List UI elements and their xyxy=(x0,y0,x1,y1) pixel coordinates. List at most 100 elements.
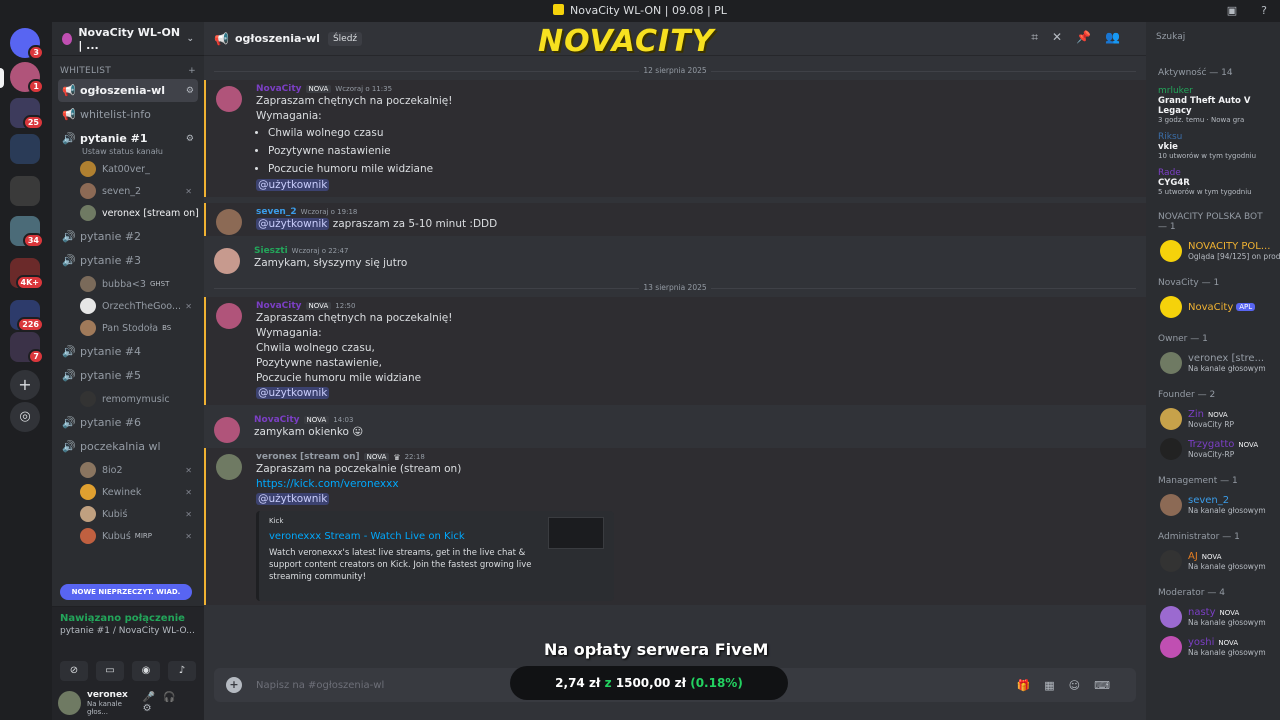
attach-plus-icon[interactable]: + xyxy=(226,677,242,693)
home-dm-button[interactable]: 3 xyxy=(10,28,44,60)
camera-off-icon[interactable]: ⊘ xyxy=(60,661,88,681)
server-folder[interactable]: 226 xyxy=(10,300,44,332)
member-name: seven_2 xyxy=(1188,495,1230,506)
server-folder[interactable]: 4K+ xyxy=(10,258,44,290)
category-whitelist[interactable]: WHITELIST + xyxy=(52,56,204,78)
avatar xyxy=(80,320,96,336)
author-name[interactable]: Sieszti xyxy=(254,246,288,256)
member-item[interactable]: NOVACITY POL... Ogląda [94/125] on prod xyxy=(1146,236,1280,266)
voice-channel-pytanie-1[interactable]: 🔊 pytanie #1 ⚙ xyxy=(58,127,198,150)
mention[interactable]: @użytkownik xyxy=(256,387,330,399)
channel-ogloszenia-wl[interactable]: 📢 ogłoszenia-wl ⚙ xyxy=(58,79,198,102)
avatar[interactable] xyxy=(214,417,240,443)
voice-channel-name[interactable]: pytanie #1 / NovaCity WL-O... xyxy=(60,626,196,636)
message[interactable]: Sieszti Wczoraj o 22:47 Zamykam, słyszymy… xyxy=(204,242,1146,275)
member-item[interactable]: Trzygatto NOVA NovaCity-RP xyxy=(1146,434,1280,464)
server-folder[interactable]: 7 xyxy=(10,332,44,364)
avatar[interactable] xyxy=(216,454,242,480)
member-name: Trzygatto xyxy=(1188,439,1235,450)
avatar[interactable] xyxy=(58,691,81,715)
channel-settings-icon[interactable]: ⚙ xyxy=(186,86,194,96)
channel-whitelist-info[interactable]: 📢 whitelist-info xyxy=(58,103,198,126)
voice-user[interactable]: remomymusic xyxy=(52,388,204,410)
mention[interactable]: @użytkownik xyxy=(256,218,330,230)
server-icon-novacity[interactable]: 1 xyxy=(10,62,44,94)
link-embed[interactable]: Kick veronexxx Stream - Watch Live on Ki… xyxy=(256,511,614,601)
member-item[interactable]: nasty NOVA Na kanale głosowym xyxy=(1146,602,1280,632)
guild-header[interactable]: NovaCity WL-ON | ... ⌄ xyxy=(52,22,204,56)
activity-item[interactable]: Rade CYG4R 5 utworów w tym tygodniu xyxy=(1146,164,1280,200)
message[interactable]: NovaCity NOVA 14:03 zamykam okienko 😛 xyxy=(204,411,1146,444)
avatar[interactable] xyxy=(214,248,240,274)
voice-user[interactable]: seven_2 ✕ xyxy=(52,180,204,202)
composer-icons[interactable]: 🎁▦☺⌨ xyxy=(1017,679,1124,692)
message[interactable]: seven_2 Wczoraj o 19:18 @użytkownik zapra… xyxy=(204,203,1146,236)
member-item[interactable]: AJ NOVA Na kanale głosowym xyxy=(1146,546,1280,576)
voice-channel-pytanie-3[interactable]: 🔊 pytanie #3 xyxy=(58,249,198,272)
crown-icon: ♛ xyxy=(393,452,401,462)
voice-channel-pytanie-4[interactable]: 🔊 pytanie #4 xyxy=(58,340,198,363)
help-icon[interactable]: ? xyxy=(1248,0,1280,22)
activity-item[interactable]: mrluker Grand Theft Auto V Legacy 3 godz. … xyxy=(1146,82,1280,128)
voice-channel-pytanie-5[interactable]: 🔊 pytanie #5 xyxy=(58,364,198,387)
voice-user[interactable]: Kat00ver_ xyxy=(52,158,204,180)
voice-channel-poczekalnia[interactable]: 🔊 poczekalnia wl xyxy=(58,435,198,458)
new-unread-button[interactable]: NOWE NIEPRZECZYT. WIAD. xyxy=(60,584,192,600)
search-input[interactable]: Szukaj xyxy=(1146,22,1280,56)
add-server-icon[interactable]: + xyxy=(10,370,40,400)
author-name[interactable]: seven_2 xyxy=(256,207,297,217)
author-name[interactable]: NovaCity xyxy=(254,415,300,425)
avatar[interactable] xyxy=(216,209,242,235)
message-text: Poczucie humoru mile widziane xyxy=(256,372,422,384)
mention[interactable]: @użytkownik xyxy=(256,179,330,191)
voice-status[interactable]: Nawiązano połączenie xyxy=(60,613,196,624)
message[interactable]: NovaCity NOVA 12:50 Zapraszam chętnych na … xyxy=(204,297,1146,405)
speaker-icon: 🔊 xyxy=(62,230,76,243)
channel-settings-icon[interactable]: ⚙ xyxy=(186,134,194,144)
composer-placeholder[interactable]: Napisz na #ogłoszenia-wl xyxy=(256,680,384,691)
add-channel-icon[interactable]: + xyxy=(188,66,196,76)
soundboard-icon[interactable]: ♪ xyxy=(168,661,196,681)
voice-channel-pytanie-6[interactable]: 🔊 pytanie #6 xyxy=(58,411,198,434)
inbox-icon[interactable]: ▣ xyxy=(1216,0,1248,22)
message[interactable]: NovaCity NOVA Wczoraj o 11:35 Zapraszam ch… xyxy=(204,80,1146,197)
member-item[interactable]: yoshi NOVA Na kanale głosowym xyxy=(1146,632,1280,662)
member-item[interactable]: Zin NOVA NovaCity RP xyxy=(1146,404,1280,434)
member-item[interactable]: NovaCity APL xyxy=(1146,292,1280,322)
activity-item[interactable]: Riksu vkie 10 utworów w tym tygodniu xyxy=(1146,128,1280,164)
voice-user[interactable]: Pan Stodoła BS xyxy=(52,317,204,339)
member-item[interactable]: seven_2 Na kanale głosowym xyxy=(1146,490,1280,520)
voice-user[interactable]: OrzechTheGoo... ✕ xyxy=(52,295,204,317)
voice-user[interactable]: veronex [stream on] xyxy=(52,202,204,224)
member-item[interactable]: veronex [stre... Na kanale głosowym xyxy=(1146,348,1280,378)
voice-user[interactable]: Kubuś MIRP ✕ xyxy=(52,525,204,547)
discover-icon[interactable]: ◎ xyxy=(10,402,40,432)
voice-channel-pytanie-2[interactable]: 🔊 pytanie #2 xyxy=(58,225,198,248)
avatar[interactable] xyxy=(216,86,242,112)
author-name[interactable]: NovaCity xyxy=(256,84,302,94)
activity-icon[interactable]: ◉ xyxy=(132,661,160,681)
avatar[interactable] xyxy=(216,303,242,329)
user-controls-icons[interactable]: 🎤🎧⚙ xyxy=(143,692,198,714)
message[interactable]: veronex [stream on] NOVA ♛ 22:18 Zapraszam … xyxy=(204,448,1146,605)
voice-user[interactable]: Kewinek ✕ xyxy=(52,481,204,503)
voice-user[interactable]: Kubiś ✕ xyxy=(52,503,204,525)
screen-share-icon[interactable]: ▭ xyxy=(96,661,124,681)
embed-thumbnail[interactable] xyxy=(548,517,604,549)
author-name[interactable]: veronex [stream on] xyxy=(256,452,360,462)
voice-controls: ⊘ ▭ ◉ ♪ xyxy=(52,656,204,686)
mention[interactable]: @użytkownik xyxy=(256,493,330,505)
server-icon[interactable] xyxy=(10,134,40,164)
server-icon[interactable] xyxy=(10,176,40,206)
author-name[interactable]: NovaCity xyxy=(256,301,302,311)
follow-button[interactable]: Śledź xyxy=(327,31,363,46)
server-rail: 3 1 25 34 4K+ 226 7 + ◎ xyxy=(0,22,52,720)
message-link[interactable]: https://kick.com/veronexxx xyxy=(256,478,399,490)
server-folder[interactable]: 25 xyxy=(10,98,44,130)
header-toolbar-icons[interactable]: ⌗✕📌👥 xyxy=(1031,30,1134,45)
voice-user-name: Kubiś xyxy=(102,508,128,520)
channel-label: pytanie #2 xyxy=(80,230,142,243)
server-folder[interactable]: 34 xyxy=(10,216,44,248)
voice-user[interactable]: 8io2 ✕ xyxy=(52,459,204,481)
voice-user[interactable]: bubba<3 GHST xyxy=(52,273,204,295)
